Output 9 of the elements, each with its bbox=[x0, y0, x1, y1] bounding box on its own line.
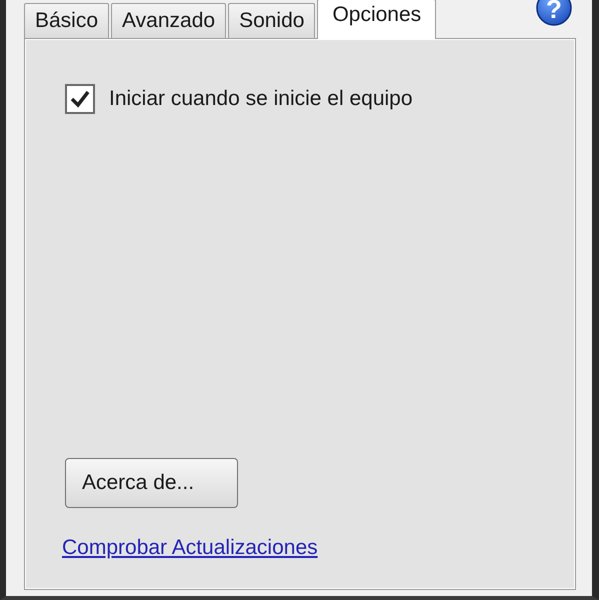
tab[interactable]: Básico bbox=[24, 3, 110, 38]
check-icon bbox=[70, 90, 90, 108]
about-button[interactable]: Acerca de... bbox=[65, 458, 238, 508]
tab[interactable]: Avanzado bbox=[111, 3, 226, 38]
tab[interactable]: Sonido bbox=[228, 3, 316, 38]
checkbox-label: Iniciar cuando se inicie el equipo bbox=[109, 86, 413, 112]
tab[interactable]: Opciones bbox=[317, 0, 436, 39]
update-link[interactable]: Comprobar Actualizaciones bbox=[62, 532, 318, 563]
checkbox[interactable] bbox=[65, 84, 95, 114]
